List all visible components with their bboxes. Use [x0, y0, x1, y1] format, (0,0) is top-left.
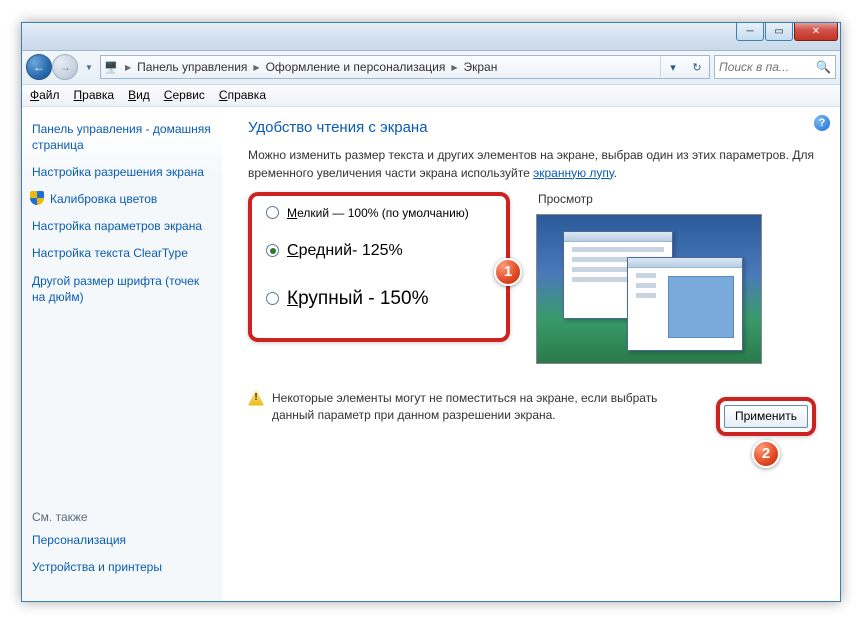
address-bar[interactable]: 🖥️ ▶ Панель управления ▶ Оформление и пе…	[100, 55, 710, 79]
navigation-bar: ← → ▼ 🖥️ ▶ Панель управления ▶ Оформлени…	[22, 51, 840, 85]
minimize-button[interactable]: ─	[736, 23, 764, 41]
refresh-button[interactable]: ↻	[685, 56, 709, 78]
radio-label: Мелкий — 100% (по умолчанию)	[287, 206, 469, 220]
radio-icon	[266, 292, 279, 305]
sidebar-item-home[interactable]: Панель управления - домашняя страница	[32, 121, 212, 153]
titlebar: ─ ▭ ✕	[22, 23, 840, 51]
warning-icon	[248, 390, 264, 406]
warning-text: Некоторые элементы могут не поместиться …	[272, 390, 672, 425]
sidebar-see-also-devices[interactable]: Устройства и принтеры	[32, 559, 212, 575]
sidebar-item-custom-dpi[interactable]: Другой размер шрифта (точек на дюйм)	[32, 273, 212, 305]
sidebar-item-display-settings[interactable]: Настройка параметров экрана	[32, 218, 212, 234]
address-dropdown-button[interactable]: ▾	[661, 56, 685, 78]
preview-label: Просмотр	[538, 192, 814, 206]
maximize-button[interactable]: ▭	[765, 23, 793, 41]
radio-icon	[266, 244, 279, 257]
breadcrumb-item[interactable]: Оформление и персонализация	[264, 60, 448, 74]
menu-file[interactable]: Файл	[30, 88, 60, 102]
menu-tools[interactable]: Сервис	[164, 88, 205, 102]
breadcrumb-item[interactable]: Панель управления	[135, 60, 249, 74]
nav-forward-button[interactable]: →	[52, 54, 78, 80]
see-also-heading: См. также	[32, 510, 212, 524]
breadcrumb-separator: ▶	[447, 63, 461, 72]
breadcrumb-separator: ▶	[249, 63, 263, 72]
apply-button[interactable]: Применить	[724, 405, 808, 428]
sidebar-item-calibrate[interactable]: Калибровка цветов	[32, 191, 212, 207]
search-box[interactable]: 🔍	[714, 55, 836, 79]
control-panel-icon: 🖥️	[101, 57, 121, 77]
breadcrumb-separator: ▶	[121, 63, 135, 72]
options-highlight-frame: Мелкий — 100% (по умолчанию) Средний- 12…	[248, 192, 510, 342]
preview-image	[536, 214, 762, 364]
menu-help[interactable]: Справка	[219, 88, 266, 102]
callout-badge-1: 1	[494, 258, 522, 286]
radio-label: Крупный - 150%	[287, 288, 428, 310]
callout-badge-2: 2	[752, 440, 780, 468]
menu-edit[interactable]: Правка	[74, 88, 115, 102]
sidebar-item-cleartype[interactable]: Настройка текста ClearType	[32, 245, 212, 261]
side-pane: Панель управления - домашняя страница На…	[22, 107, 222, 601]
sidebar-see-also-personalization[interactable]: Персонализация	[32, 532, 212, 548]
main-pane: ? Удобство чтения с экрана Можно изменит…	[222, 107, 840, 601]
magnifier-link[interactable]: экранную лупу	[533, 166, 614, 180]
nav-back-button[interactable]: ←	[26, 54, 52, 80]
help-icon[interactable]: ?	[814, 115, 830, 131]
radio-small[interactable]: Мелкий — 100% (по умолчанию)	[266, 206, 492, 220]
window-frame: ─ ▭ ✕ ← → ▼ 🖥️ ▶ Панель управления ▶ Офо…	[21, 22, 841, 602]
menu-view[interactable]: Вид	[128, 88, 150, 102]
close-button[interactable]: ✕	[794, 23, 838, 41]
radio-icon	[266, 206, 279, 219]
search-input[interactable]	[719, 60, 812, 74]
menu-bar: Файл Правка Вид Сервис Справка	[22, 85, 840, 107]
radio-large[interactable]: Крупный - 150%	[266, 288, 492, 310]
sidebar-item-resolution[interactable]: Настройка разрешения экрана	[32, 164, 212, 180]
radio-medium[interactable]: Средний- 125%	[266, 242, 492, 260]
radio-label: Средний- 125%	[287, 242, 403, 260]
sidebar-item-label: Калибровка цветов	[50, 192, 157, 206]
breadcrumb-item[interactable]: Экран	[461, 60, 499, 74]
shield-icon	[30, 191, 44, 205]
apply-highlight-frame: Применить 2	[716, 397, 816, 436]
intro-text: Можно изменить размер текста и других эл…	[248, 146, 814, 182]
search-icon: 🔍	[816, 60, 831, 74]
page-title: Удобство чтения с экрана	[248, 119, 814, 136]
nav-history-dropdown[interactable]: ▼	[82, 57, 96, 77]
